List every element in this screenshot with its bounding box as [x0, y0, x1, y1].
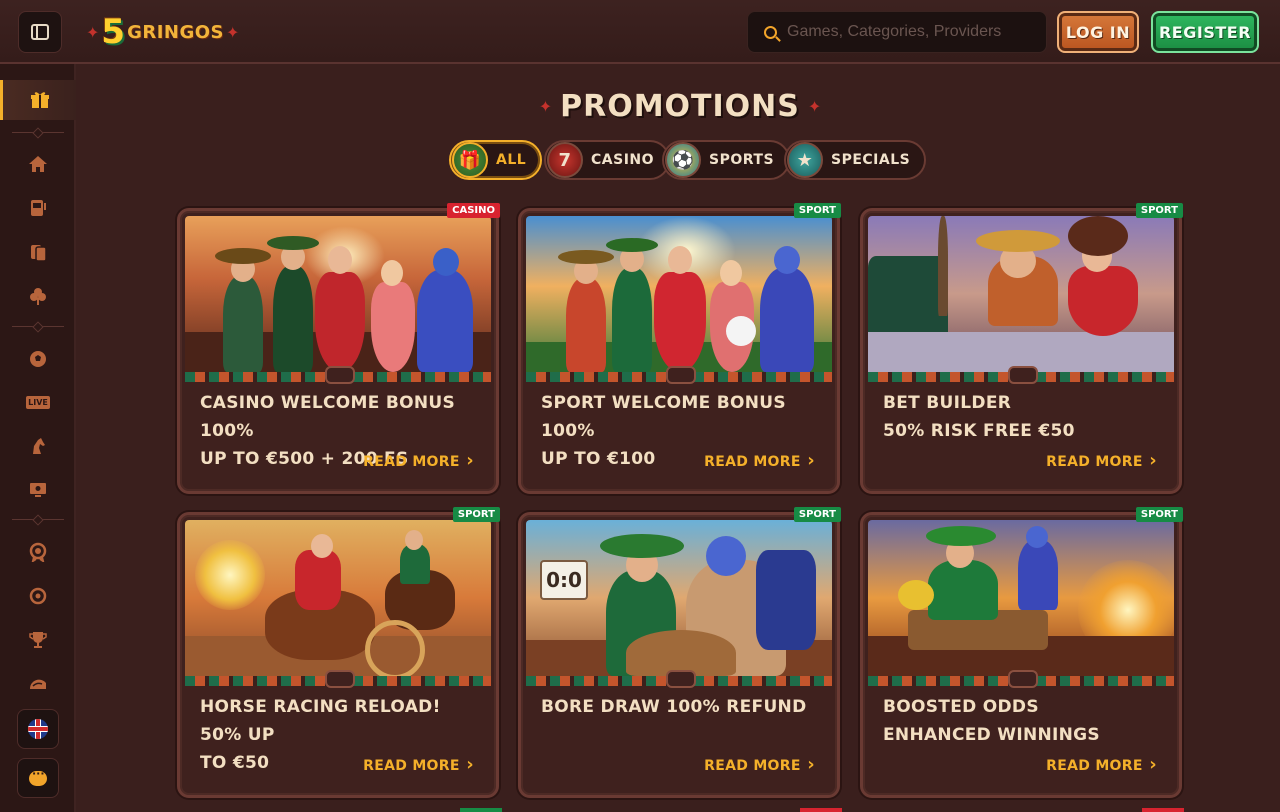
register-button[interactable]: REGISTER: [1151, 11, 1259, 53]
category-badge: SPORT: [1135, 203, 1183, 218]
soccer-ball-icon: [30, 351, 46, 367]
scoreboard: 0:0: [540, 560, 588, 600]
promo-card-bet-builder[interactable]: BET BUILDER 50% RISK FREE €50 READ MORE …: [860, 203, 1183, 494]
trophy-icon: [29, 632, 47, 648]
sidebar-item-live[interactable]: LIVE: [0, 382, 76, 422]
filter-label: SPECIALS: [831, 152, 911, 168]
category-badge: SPORT: [793, 507, 841, 522]
target-icon: [29, 587, 47, 605]
search-input[interactable]: [787, 23, 1027, 41]
gift-box-icon: 🎁: [452, 142, 488, 178]
sidebar-divider: [12, 519, 64, 520]
slot-machine-icon: [31, 200, 46, 216]
sidebar-item-promotions[interactable]: [0, 80, 76, 120]
category-badge: SPORT: [1135, 507, 1183, 522]
sidebar-divider: [12, 326, 64, 327]
read-more-link[interactable]: READ MORE: [363, 754, 474, 775]
promo-card-boosted-odds[interactable]: BOOSTED ODDS ENHANCED WINNINGS READ MORE…: [860, 507, 1183, 798]
logo-word: GRINGOS: [127, 21, 225, 43]
gift-icon: [30, 92, 49, 108]
promo-title: BOOSTED ODDS ENHANCED WINNINGS: [883, 697, 1100, 745]
filter-label: CASINO: [591, 152, 655, 168]
promo-card-bore-draw[interactable]: 0:0 BORE DRAW 100% REFUND READ MORE SPOR…: [518, 507, 841, 798]
decorative-strip: [185, 366, 491, 384]
search-bar[interactable]: [747, 11, 1047, 53]
decorative-strip: [526, 670, 832, 688]
page-title-text: PROMOTIONS: [560, 88, 800, 124]
sidebar-item-slots[interactable]: [0, 188, 76, 228]
sidebar-item-tournaments[interactable]: [0, 620, 76, 660]
read-more-link[interactable]: READ MORE: [363, 450, 474, 471]
promo-image: [185, 520, 491, 676]
next-row-badge: [460, 808, 502, 812]
sidebar-item-sports[interactable]: [0, 339, 76, 379]
badge-icon: [29, 542, 47, 562]
decorative-strip: [868, 670, 1174, 688]
promo-card-casino-welcome[interactable]: CASINO WELCOME BONUS 100% UP TO €500 + 2…: [177, 203, 500, 494]
sidebar-item-shop[interactable]: [0, 664, 76, 704]
logo-number: 5: [101, 12, 126, 52]
sidebar-toggle-button[interactable]: [18, 11, 62, 53]
decorative-strip: [868, 366, 1174, 384]
monitor-icon: [30, 483, 46, 497]
read-more-link[interactable]: READ MORE: [1046, 754, 1157, 775]
sidebar-item-lucky[interactable]: [0, 276, 76, 316]
site-logo[interactable]: ✦ 5 GRINGOS ✦: [86, 12, 239, 52]
filter-casino[interactable]: 7 CASINO: [544, 140, 671, 180]
promo-image: [868, 520, 1174, 676]
sidebar-toggle-icon: [31, 24, 49, 40]
sidebar-item-virtual[interactable]: [0, 470, 76, 510]
promo-title: BORE DRAW 100% REFUND: [541, 697, 807, 717]
clover-icon: [30, 288, 46, 305]
promo-title: BET BUILDER 50% RISK FREE €50: [883, 393, 1075, 441]
login-button[interactable]: LOG IN: [1057, 11, 1139, 53]
title-right-ornament-icon: ✦: [807, 96, 822, 116]
star-tag-icon: ★: [787, 142, 823, 178]
promotion-filters: 🎁 ALL 7 CASINO ⚽ SPORTS ★ SPECIALS: [0, 140, 1280, 182]
category-badge: CASINO: [447, 203, 500, 218]
sidebar-item-cards[interactable]: [0, 232, 76, 272]
promo-image: [868, 216, 1174, 372]
promo-image: 0:0: [526, 520, 832, 676]
sidebar-item-achievements[interactable]: [0, 532, 76, 572]
category-badge: SPORT: [793, 203, 841, 218]
uk-flag-icon: [28, 719, 48, 739]
decorative-strip: [526, 366, 832, 384]
cards-icon: [31, 245, 47, 262]
top-header: ✦ 5 GRINGOS ✦ LOG IN REGISTER: [0, 0, 1280, 64]
sidebar-item-horse-racing[interactable]: [0, 426, 76, 466]
live-icon: LIVE: [26, 395, 50, 409]
filter-label: ALL: [496, 152, 527, 168]
filter-all[interactable]: 🎁 ALL: [449, 140, 543, 180]
category-badge: SPORT: [452, 507, 500, 522]
filter-sports[interactable]: ⚽ SPORTS: [662, 140, 791, 180]
live-chat-button[interactable]: [17, 758, 59, 798]
promo-card-sport-welcome[interactable]: SPORT WELCOME BONUS 100% UP TO €100 READ…: [518, 203, 841, 494]
next-row-badge: [800, 808, 842, 812]
next-row-badge: [1142, 808, 1184, 812]
chat-icon: [29, 767, 47, 786]
read-more-link[interactable]: READ MORE: [704, 450, 815, 471]
soccer-ball-icon: ⚽: [665, 142, 701, 178]
page-title: ✦ PROMOTIONS ✦: [539, 84, 822, 128]
read-more-link[interactable]: READ MORE: [704, 754, 815, 775]
promo-card-horse-racing[interactable]: HORSE RACING RELOAD! 50% UP TO €50 READ …: [177, 507, 500, 798]
read-more-link[interactable]: READ MORE: [1046, 450, 1157, 471]
filter-label: SPORTS: [709, 152, 775, 168]
filter-specials[interactable]: ★ SPECIALS: [784, 140, 927, 180]
taco-icon: [29, 679, 46, 689]
horse-icon: [33, 438, 45, 454]
logo-right-ornament-icon: ✦: [226, 22, 240, 42]
logo-left-ornament-icon: ✦: [86, 22, 100, 42]
sidebar-divider: [12, 132, 64, 133]
promo-image: [185, 216, 491, 372]
promo-image: [526, 216, 832, 372]
sidebar-item-missions[interactable]: [0, 576, 76, 616]
slot-seven-icon: 7: [547, 142, 583, 178]
search-icon: [764, 25, 777, 39]
decorative-strip: [185, 670, 491, 688]
language-button[interactable]: [17, 709, 59, 749]
title-left-ornament-icon: ✦: [538, 96, 553, 116]
